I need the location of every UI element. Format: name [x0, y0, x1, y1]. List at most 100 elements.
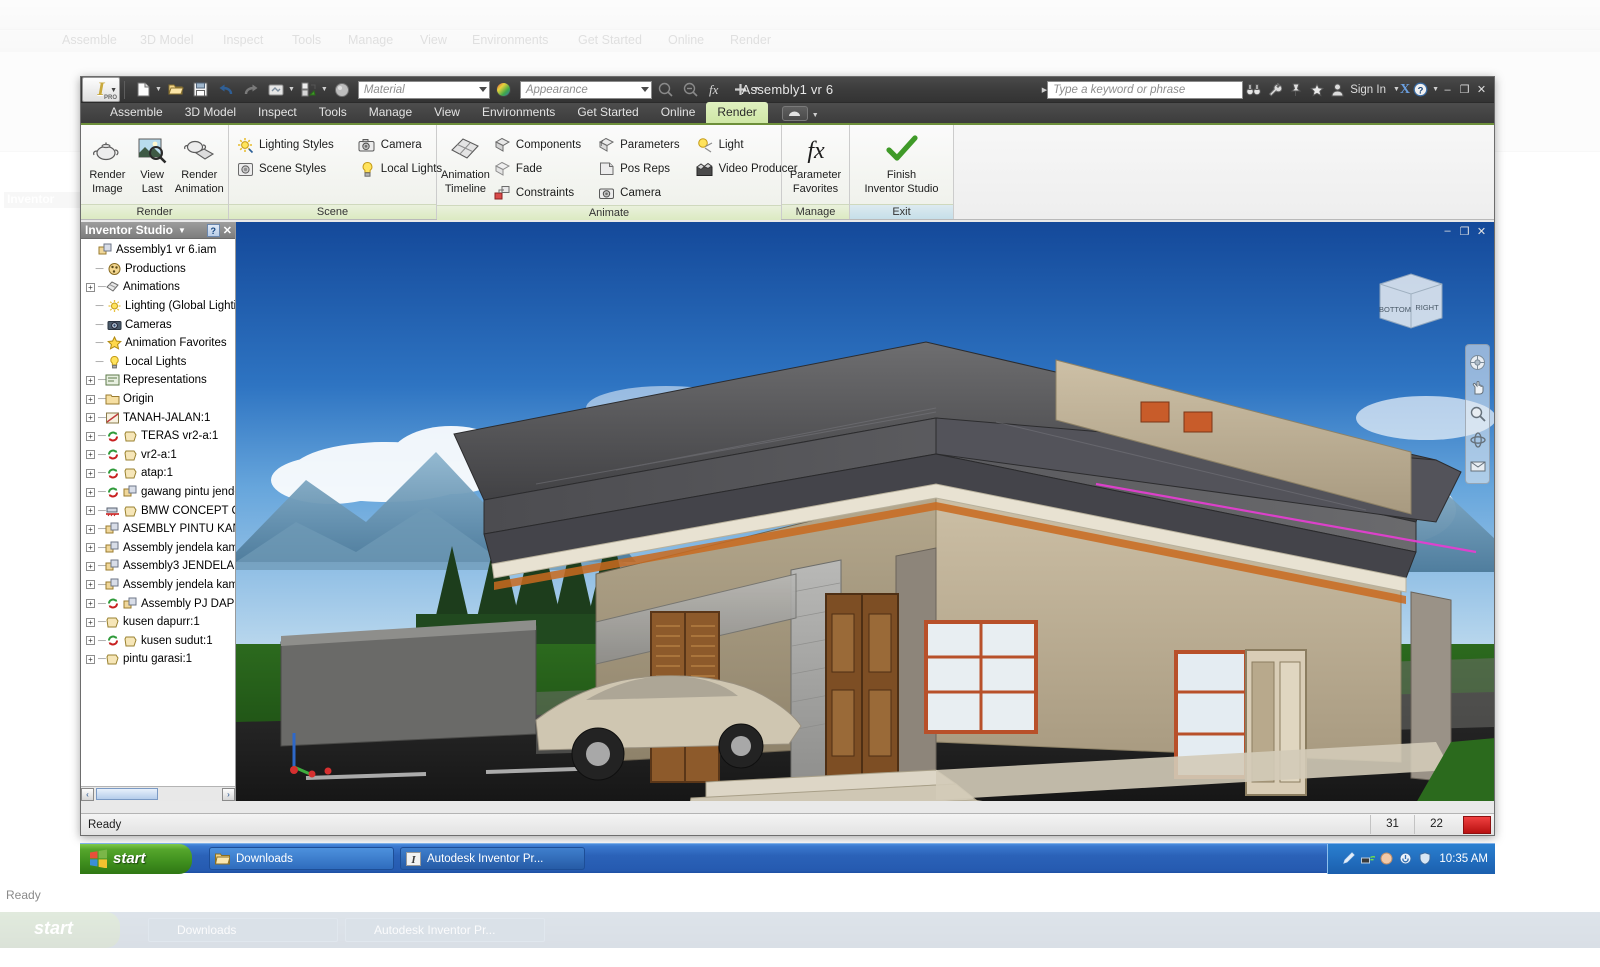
expand-icon[interactable]: +: [86, 506, 95, 516]
tab-assemble[interactable]: Assemble: [99, 102, 174, 123]
expand-icon[interactable]: +: [86, 487, 95, 497]
tree-item-atap[interactable]: + ─ atap:1: [81, 464, 235, 483]
components-button[interactable]: Components: [490, 133, 588, 157]
expand-icon[interactable]: +: [86, 524, 95, 534]
scroll-thumb[interactable]: [96, 788, 158, 800]
tab-tools[interactable]: Tools: [308, 102, 358, 123]
tree-item-animation-favorites[interactable]: ─ Animation Favorites: [81, 334, 235, 353]
tree-item-cameras[interactable]: ─ Cameras: [81, 315, 235, 334]
tree-item-assembly-jendela-kamar-2[interactable]: + ─ Assembly jendela kam: [81, 576, 235, 595]
pen-icon[interactable]: [1341, 851, 1356, 866]
scroll-left-button[interactable]: ‹: [81, 787, 94, 801]
expand-icon[interactable]: +: [86, 282, 95, 292]
expand-icon[interactable]: +: [86, 580, 95, 590]
tree-item-pintu-garasi[interactable]: + ─ pintu garasi:1: [81, 650, 235, 669]
update-icon[interactable]: [265, 79, 287, 101]
tree-item-tanah-jalan[interactable]: + ─ TANAH-JALAN:1: [81, 408, 235, 427]
minimize-button[interactable]: –: [1439, 82, 1456, 97]
tab-online[interactable]: Online: [650, 102, 707, 123]
tree-item-representations[interactable]: + ─ Representations: [81, 371, 235, 390]
undo-icon[interactable]: [215, 79, 237, 101]
taskbar-button-downloads[interactable]: Downloads: [209, 847, 394, 870]
tree-item-origin[interactable]: + ─ Origin: [81, 390, 235, 409]
star-icon[interactable]: [1306, 79, 1327, 100]
start-button[interactable]: start: [80, 843, 192, 874]
lighting-styles-button[interactable]: Lighting Styles: [233, 133, 341, 157]
tree-item-assembly-root[interactable]: Assembly1 vr 6.iam: [81, 241, 235, 260]
expand-icon[interactable]: +: [86, 413, 95, 423]
zoom-icon[interactable]: [1466, 401, 1489, 427]
status-record-indicator[interactable]: [1463, 815, 1491, 834]
tab-view[interactable]: View: [423, 102, 471, 123]
tree-item-bmw-concept[interactable]: + ─ BMW CONCEPT C: [81, 501, 235, 520]
browser-horizontal-scrollbar[interactable]: ‹ ›: [81, 786, 235, 801]
taskbar-clock[interactable]: 10:35 AM: [1439, 853, 1488, 865]
animation-timeline-button[interactable]: Animation Timeline: [441, 130, 490, 195]
tree-item-vr2a[interactable]: + ─ vr2-a:1: [81, 446, 235, 465]
tree-item-assembly-jendela-kamar-1[interactable]: + ─ Assembly jendela kam: [81, 539, 235, 558]
tree-item-assembly3-jendela[interactable]: + ─ Assembly3 JENDELA K: [81, 557, 235, 576]
tab-environments[interactable]: Environments: [471, 102, 566, 123]
restore-button[interactable]: ❐: [1456, 82, 1473, 97]
animate-camera-button[interactable]: Camera: [594, 181, 686, 205]
wrench-icon[interactable]: [1264, 79, 1285, 100]
tree-item-kusen-dapurr[interactable]: + ─ kusen dapurr:1: [81, 613, 235, 632]
expand-icon[interactable]: +: [86, 543, 95, 553]
view-last-button[interactable]: View Last: [130, 130, 175, 195]
expand-icon[interactable]: +: [86, 654, 95, 664]
help-icon[interactable]: ?: [1410, 79, 1431, 100]
full-navigation-wheel-icon[interactable]: [1466, 349, 1489, 375]
zoom-in-icon[interactable]: [655, 79, 677, 101]
chevron-down-icon[interactable]: [478, 86, 487, 92]
expand-icon[interactable]: +: [86, 450, 95, 460]
plus-icon[interactable]: [730, 79, 752, 101]
render-animation-button[interactable]: Render Animation: [174, 130, 224, 195]
help-dropdown-icon[interactable]: ▼: [1432, 86, 1439, 93]
ribbon-display-options-button[interactable]: [781, 106, 808, 121]
volume-icon[interactable]: [1379, 851, 1394, 866]
viewport-restore-button[interactable]: ❐: [1456, 224, 1473, 238]
expand-icon[interactable]: +: [86, 617, 95, 627]
expand-icon[interactable]: +: [86, 431, 95, 441]
new-icon[interactable]: [132, 79, 154, 101]
browser-tree[interactable]: Assembly1 vr 6.iam ─ Productions + ─ Ani…: [81, 239, 235, 786]
tab-manage[interactable]: Manage: [358, 102, 423, 123]
shield-icon[interactable]: [1417, 851, 1432, 866]
tab-inspect[interactable]: Inspect: [247, 102, 308, 123]
scroll-right-button[interactable]: ›: [222, 787, 235, 801]
tree-item-assembly-pj-dapur[interactable]: + ─ Assembly PJ DAPU: [81, 594, 235, 613]
expand-icon[interactable]: +: [86, 561, 95, 571]
chevron-down-icon[interactable]: [640, 86, 649, 92]
tree-item-productions[interactable]: ─ Productions: [81, 260, 235, 279]
expand-icon[interactable]: +: [86, 599, 95, 609]
tree-item-gawang-pintu-jendela[interactable]: + ─ gawang pintu jendela: [81, 483, 235, 502]
scene-styles-button[interactable]: Scene Styles: [233, 157, 341, 181]
appearance-sphere-icon[interactable]: [493, 79, 515, 101]
open-icon[interactable]: [165, 79, 187, 101]
parameter-favorites-button[interactable]: fx Parameter Favorites: [786, 130, 845, 195]
fx-icon[interactable]: fx: [705, 79, 727, 101]
chevron-down-icon[interactable]: ▼: [178, 226, 186, 235]
update-dropdown-icon[interactable]: ▼: [288, 86, 295, 93]
sign-in-dropdown-icon[interactable]: ▼: [1393, 86, 1400, 93]
tree-item-local-lights[interactable]: ─ Local Lights: [81, 353, 235, 372]
expand-icon[interactable]: +: [86, 636, 95, 646]
pos-reps-button[interactable]: Pos Reps: [594, 157, 686, 181]
fade-button[interactable]: Fade: [490, 157, 588, 181]
tab-3d-model[interactable]: 3D Model: [174, 102, 247, 123]
viewport-close-button[interactable]: ✕: [1473, 224, 1490, 238]
application-menu-button[interactable]: I PRO ▼: [82, 77, 120, 102]
redo-icon[interactable]: [240, 79, 262, 101]
taskbar-button-inventor[interactable]: I Autodesk Inventor Pr...: [400, 847, 585, 870]
tab-get-started[interactable]: Get Started: [566, 102, 649, 123]
expand-icon[interactable]: +: [86, 375, 95, 385]
render-image-button[interactable]: Render Image: [85, 130, 130, 195]
scene-camera-button[interactable]: Camera: [355, 133, 449, 157]
material-browser-icon[interactable]: [298, 79, 320, 101]
appearance-combo[interactable]: Appearance: [519, 80, 652, 99]
browser-help-icon[interactable]: ?: [206, 223, 220, 237]
orbit-icon[interactable]: [1466, 427, 1489, 453]
pin-icon[interactable]: [1285, 79, 1306, 100]
tree-item-animations[interactable]: + ─ Animations: [81, 278, 235, 297]
tree-item-kusen-sudut[interactable]: + ─ kusen sudut:1: [81, 631, 235, 650]
